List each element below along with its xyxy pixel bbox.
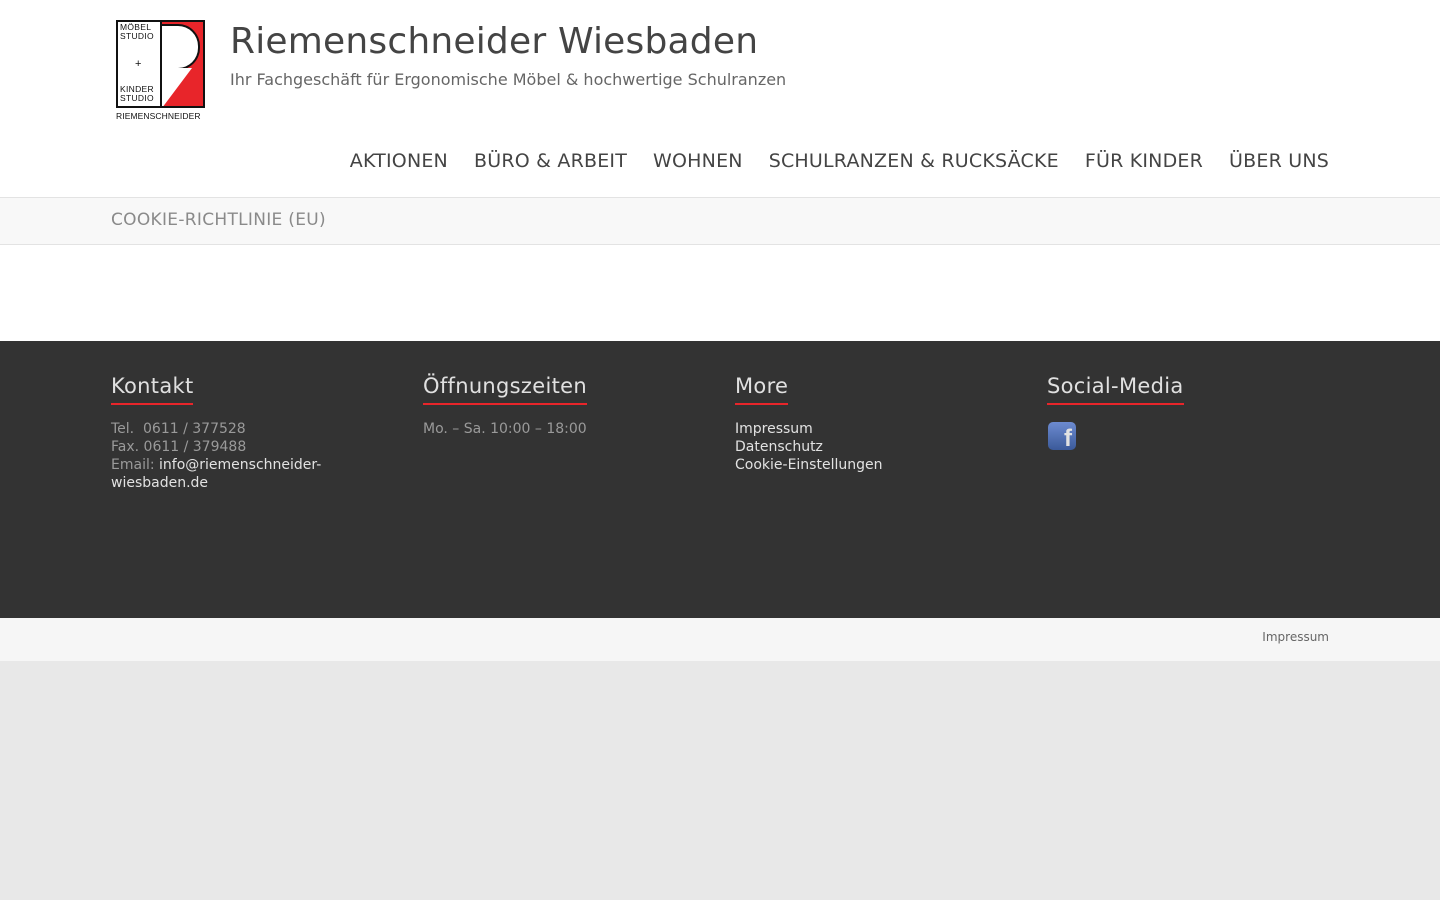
opening-hours: Mo. – Sa. 10:00 – 18:00 — [423, 421, 587, 437]
footer-widget-social: Social-Media f — [1047, 374, 1327, 455]
main-navigation: AKTIONEN BÜRO & ARBEIT WOHNEN SCHULRANZE… — [350, 150, 1329, 172]
contact-fax: Fax. 0611 / 379488 — [111, 439, 247, 455]
nav-item-buero-arbeit[interactable]: BÜRO & ARBEIT — [474, 150, 627, 172]
nav-item-wohnen[interactable]: WOHNEN — [653, 150, 743, 172]
page-title: COOKIE-RICHTLINIE (EU) — [111, 210, 326, 230]
logo-text: STUDIO — [120, 31, 154, 41]
footer-widget-hours: Öffnungszeiten Mo. – Sa. 10:00 – 18:00 — [423, 374, 703, 438]
page-content — [0, 245, 1440, 341]
footer-link-datenschutz[interactable]: Datenschutz — [735, 438, 1015, 456]
logo-caption: RIEMENSCHNEIDER — [116, 111, 201, 121]
bottom-bar: Impressum — [0, 618, 1440, 661]
contact-email-row: Email: info@riemenschneider-wiesbaden.de — [111, 456, 326, 492]
contact-email-label: Email: — [111, 457, 160, 473]
site-title[interactable]: Riemenschneider Wiesbaden — [230, 21, 758, 62]
nav-item-ueber-uns[interactable]: ÜBER UNS — [1229, 150, 1329, 172]
footer-widget-kontakt: Kontakt Tel. 0611 / 377528 Fax. 0611 / 3… — [111, 374, 391, 492]
nav-item-fuer-kinder[interactable]: FÜR KINDER — [1085, 150, 1203, 172]
footer-link-impressum[interactable]: Impressum — [735, 420, 1015, 438]
footer-widgets: Kontakt Tel. 0611 / 377528 Fax. 0611 / 3… — [0, 341, 1440, 618]
nav-item-aktionen[interactable]: AKTIONEN — [350, 150, 448, 172]
site-header: MÖBEL STUDIO + KINDER STUDIO RIEMENSCHNE… — [0, 0, 1440, 198]
footer-link-cookie-settings[interactable]: Cookie-Einstellungen — [735, 456, 1015, 474]
site-logo[interactable]: MÖBEL STUDIO + KINDER STUDIO RIEMENSCHNE… — [115, 19, 207, 123]
logo-plus: + — [135, 58, 142, 70]
site-tagline: Ihr Fachgeschäft für Ergonomische Möbel … — [230, 70, 787, 89]
bottom-impressum-link[interactable]: Impressum — [1262, 630, 1329, 644]
contact-phone: Tel. 0611 / 377528 — [111, 421, 246, 437]
widget-heading: Social-Media — [1047, 374, 1184, 405]
footer-widget-more: More Impressum Datenschutz Cookie-Einste… — [735, 374, 1015, 474]
widget-heading: Öffnungszeiten — [423, 374, 587, 405]
facebook-icon[interactable]: f — [1048, 422, 1076, 450]
logo-mark: MÖBEL STUDIO + KINDER STUDIO — [116, 20, 205, 108]
widget-heading: More — [735, 374, 789, 405]
logo-text: STUDIO — [120, 93, 154, 103]
page-title-bar: COOKIE-RICHTLINIE (EU) — [0, 198, 1440, 245]
widget-heading: Kontakt — [111, 374, 194, 405]
nav-item-schulranzen[interactable]: SCHULRANZEN & RUCKSÄCKE — [769, 150, 1059, 172]
